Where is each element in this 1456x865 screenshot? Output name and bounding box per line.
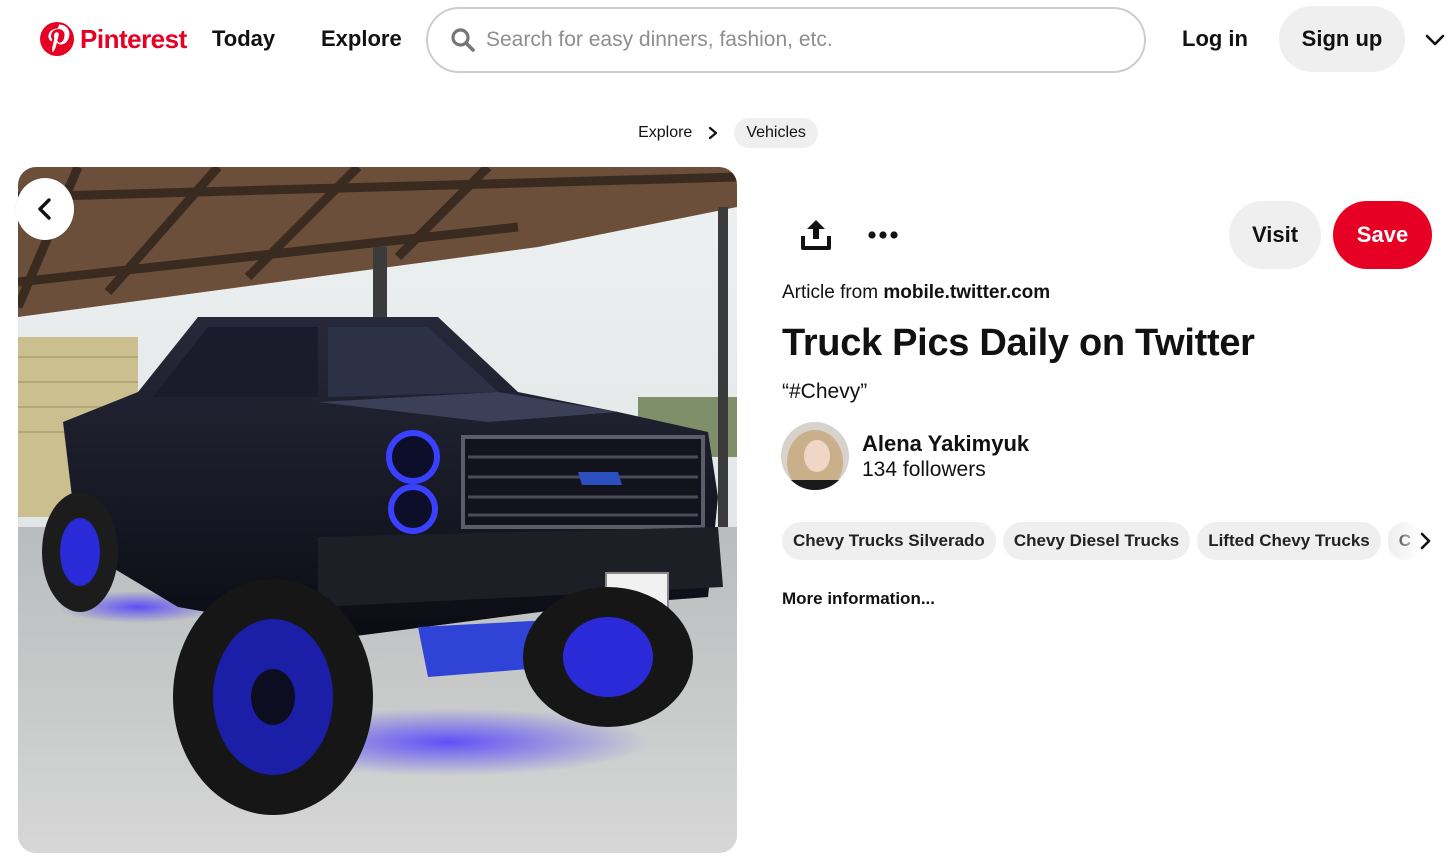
save-button[interactable]: Save: [1333, 201, 1432, 269]
creator-avatar[interactable]: [781, 422, 849, 490]
tag-chevy-diesel-trucks[interactable]: Chevy Diesel Trucks: [1002, 522, 1191, 560]
tag-chevy-trucks-silverado[interactable]: Chevy Trucks Silverado: [782, 522, 996, 560]
pin-title: Truck Pics Daily on Twitter: [782, 322, 1255, 364]
chevron-right-icon[interactable]: [1414, 530, 1436, 552]
breadcrumb-explore-link[interactable]: Explore: [638, 124, 692, 142]
article-source: Article from mobile.twitter.com: [782, 282, 1050, 304]
creator-followers: 134 followers: [862, 458, 986, 481]
pinterest-logo[interactable]: Pinterest: [40, 22, 187, 56]
chevron-left-icon: [38, 198, 51, 220]
chevron-right-icon: [709, 126, 718, 140]
breadcrumb: Explore Vehicles: [0, 118, 1456, 148]
back-button[interactable]: [16, 178, 74, 240]
share-icon[interactable]: [800, 218, 832, 252]
top-nav-bar: Pinterest Today Explore Log in Sign up: [0, 0, 1456, 80]
nav-today-link[interactable]: Today: [212, 26, 275, 52]
search-input[interactable]: [486, 28, 1144, 52]
pinterest-wordmark: Pinterest: [80, 23, 187, 54]
pin-description: “#Chevy”: [782, 380, 868, 403]
creator-avatar-image: [781, 422, 849, 490]
signup-button[interactable]: Sign up: [1279, 6, 1405, 72]
pin-image[interactable]: [18, 167, 737, 853]
more-information-link[interactable]: More information...: [782, 589, 935, 609]
login-button[interactable]: Log in: [1182, 26, 1248, 52]
pinterest-logo-icon: [40, 22, 74, 56]
article-source-domain-link[interactable]: mobile.twitter.com: [883, 282, 1050, 303]
creator-name-link[interactable]: Alena Yakimyuk: [862, 431, 1029, 457]
article-source-prefix: Article from: [782, 282, 879, 303]
nav-explore-link[interactable]: Explore: [321, 26, 402, 52]
search-icon: [451, 28, 475, 52]
chevron-down-icon[interactable]: [1424, 30, 1446, 50]
breadcrumb-vehicles-pill[interactable]: Vehicles: [734, 118, 818, 148]
more-options-icon[interactable]: [866, 220, 900, 250]
tag-lifted-chevy-trucks[interactable]: Lifted Chevy Trucks: [1197, 522, 1381, 560]
search-bar[interactable]: [426, 7, 1146, 73]
truck-photo: [18, 167, 737, 853]
visit-button[interactable]: Visit: [1229, 201, 1321, 269]
related-tags: Chevy Trucks Silverado Chevy Diesel Truc…: [782, 522, 1442, 562]
